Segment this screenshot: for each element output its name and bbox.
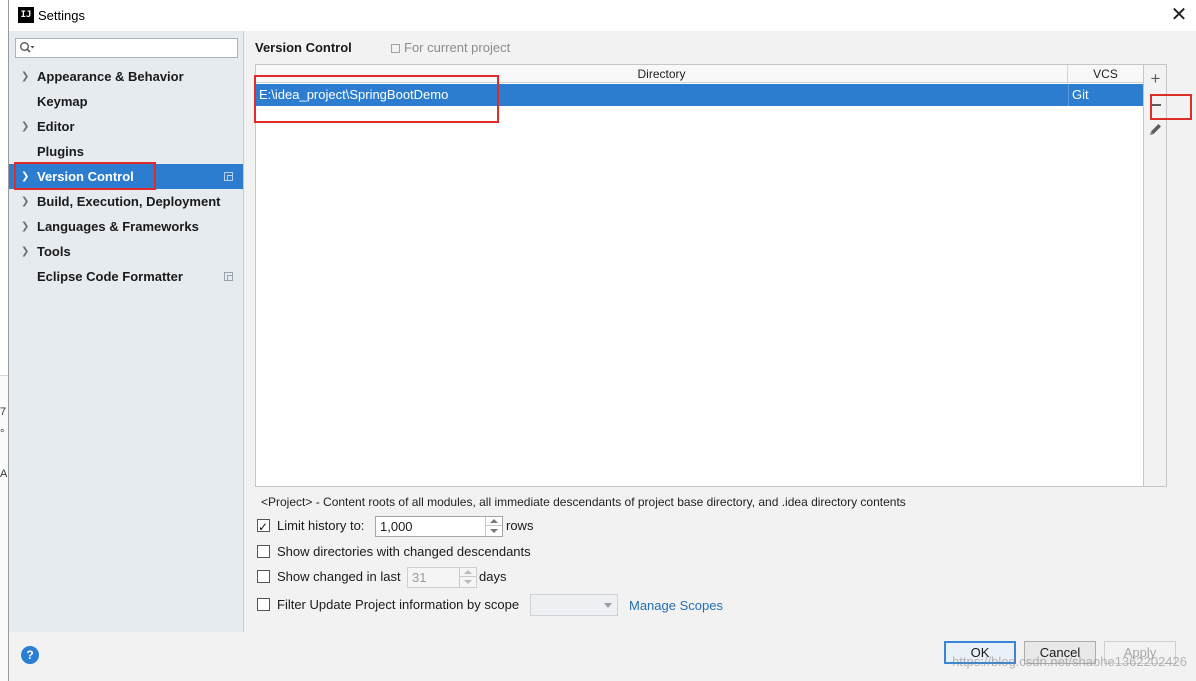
show-dirs-label: Show directories with changed descendant… <box>277 544 531 559</box>
sidebar-item-languages-frameworks[interactable]: ❯ Languages & Frameworks <box>9 214 243 239</box>
window-title: Settings <box>38 8 85 23</box>
chevron-down-icon <box>604 603 612 608</box>
dialog-footer: ? OK Cancel Apply https://blog.csdn.net/… <box>9 632 1196 681</box>
sidebar-item-plugins[interactable]: Plugins <box>9 139 243 164</box>
apply-button[interactable]: Apply <box>1104 641 1176 664</box>
settings-sidebar: ❯ Appearance & Behavior Keymap ❯ Editor Plugi… <box>9 31 244 632</box>
sidebar-item-tools[interactable]: ❯ Tools <box>9 239 243 264</box>
spinner-down-button[interactable] <box>486 526 502 535</box>
manage-scopes-link[interactable]: Manage Scopes <box>629 598 723 613</box>
chevron-right-icon[interactable]: ❯ <box>21 114 31 139</box>
close-button[interactable]: ✕ <box>1168 4 1190 26</box>
project-scope-icon <box>224 272 233 281</box>
spinner-buttons <box>485 517 502 536</box>
sidebar-item-label: Build, Execution, Deployment <box>37 194 221 209</box>
spinner-up-button[interactable] <box>486 517 502 526</box>
chevron-right-icon[interactable]: ❯ <box>21 64 31 89</box>
sidebar-item-editor[interactable]: ❯ Editor <box>9 114 243 139</box>
filter-update-checkbox[interactable] <box>257 598 270 611</box>
background-text: ° <box>0 428 5 440</box>
settings-search-input[interactable] <box>15 38 238 58</box>
changed-days-value: 31 <box>412 570 427 585</box>
rows-suffix: rows <box>506 518 534 533</box>
scope-hint-label: For current project <box>404 40 511 55</box>
vcs-mappings-table[interactable]: Directory VCS E:\idea_project\SpringBoot… <box>255 64 1144 487</box>
page-title: Version Control <box>255 40 352 55</box>
sidebar-item-label: Keymap <box>37 94 88 109</box>
annotation-highlight-row <box>254 75 499 123</box>
sidebar-item-label: Tools <box>37 244 71 259</box>
table-toolbar: + <box>1144 64 1167 487</box>
limit-history-label: Limit history to: <box>277 518 365 533</box>
version-control-panel: Version Control For current project Dire… <box>245 31 1196 632</box>
annotation-highlight-remove <box>1150 94 1192 120</box>
limit-history-checkbox[interactable] <box>257 517 270 537</box>
filter-update-label: Filter Update Project information by sco… <box>277 597 520 612</box>
cancel-button[interactable]: Cancel <box>1024 641 1096 664</box>
pencil-icon <box>1150 124 1161 135</box>
days-suffix: days <box>479 569 507 584</box>
show-changed-label: Show changed in last <box>277 569 401 584</box>
scope-select[interactable] <box>530 594 618 616</box>
project-scope-icon <box>391 44 400 53</box>
ok-button[interactable]: OK <box>944 641 1016 664</box>
sidebar-item-keymap[interactable]: Keymap <box>9 89 243 114</box>
sidebar-item-label: Plugins <box>37 144 84 159</box>
sidebar-item-label: Editor <box>37 119 75 134</box>
changed-days-spinner[interactable]: 31 <box>407 567 477 588</box>
vcs-cell: Git <box>1068 84 1143 106</box>
chevron-right-icon[interactable]: ❯ <box>21 214 31 239</box>
intellij-app-icon: IJ <box>18 7 34 23</box>
sidebar-item-appearance-behavior[interactable]: ❯ Appearance & Behavior <box>9 64 243 89</box>
chevron-right-icon[interactable]: ❯ <box>21 189 31 214</box>
history-limit-value: 1,000 <box>380 519 413 534</box>
edit-mapping-button[interactable] <box>1144 119 1167 141</box>
sidebar-item-build-execution-deployment[interactable]: ❯ Build, Execution, Deployment <box>9 189 243 214</box>
sidebar-item-label: Appearance & Behavior <box>37 69 184 84</box>
background-app-edge: 7 ° Al <box>0 375 10 681</box>
project-scope-icon <box>224 172 233 181</box>
column-header-vcs[interactable]: VCS <box>1068 65 1143 83</box>
sidebar-item-label: Languages & Frameworks <box>37 219 199 234</box>
search-icon <box>20 42 35 53</box>
spinner-down-button[interactable] <box>460 577 476 586</box>
spinner-buttons <box>459 568 476 587</box>
spinner-up-button[interactable] <box>460 568 476 577</box>
history-limit-spinner[interactable]: 1,000 <box>375 516 503 537</box>
sidebar-item-label: Eclipse Code Formatter <box>37 269 183 284</box>
show-dirs-checkbox[interactable] <box>257 545 270 558</box>
background-text: 7 <box>0 406 7 418</box>
help-button[interactable]: ? <box>21 646 39 664</box>
chevron-right-icon[interactable]: ❯ <box>21 239 31 264</box>
title-bar[interactable]: IJ Settings ✕ <box>9 0 1196 31</box>
scope-hint: For current project <box>391 40 510 55</box>
project-note: <Project> - Content roots of all modules… <box>261 495 906 509</box>
show-changed-checkbox[interactable] <box>257 570 270 583</box>
sidebar-item-eclipse-code-formatter[interactable]: Eclipse Code Formatter <box>9 264 243 289</box>
settings-dialog: IJ Settings ✕ ❯ Appearance & Behavior Keym… <box>8 0 1196 681</box>
annotation-highlight-sidebar <box>14 162 156 190</box>
add-mapping-button[interactable]: + <box>1144 68 1167 90</box>
